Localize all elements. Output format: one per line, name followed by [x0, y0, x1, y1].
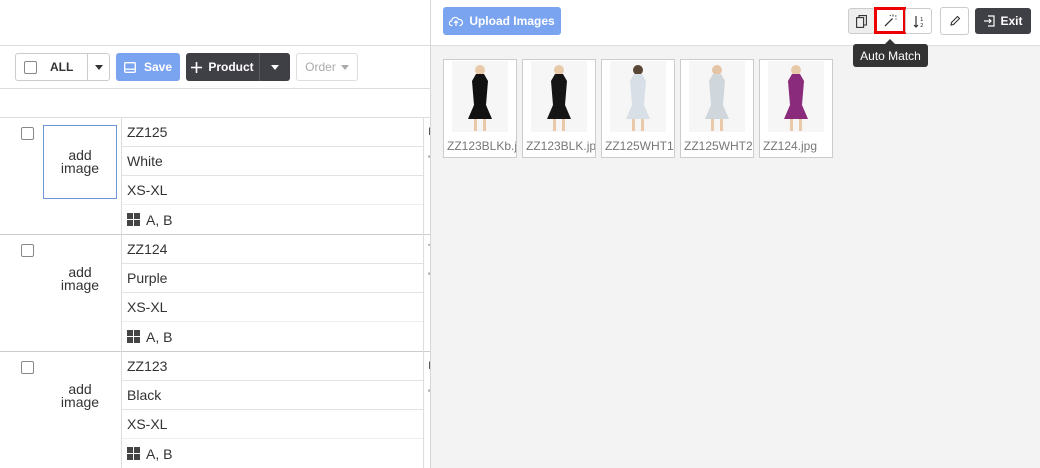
- product-code-field[interactable]: ZZ125: [122, 118, 423, 147]
- stores-value: A, B: [146, 328, 173, 345]
- image-filename: ZZ125WHT2.jpg: [684, 139, 753, 153]
- upload-icon: [449, 16, 464, 27]
- add-image-label: add image: [60, 381, 100, 410]
- chevron-down-icon: [94, 64, 103, 70]
- product-row: add image ZZ124 Purple XS-XL A, B T ': [0, 235, 430, 352]
- product-stores-field[interactable]: A, B: [122, 205, 423, 234]
- exit-button[interactable]: Exit: [975, 8, 1031, 34]
- product-fields: ZZ124 Purple XS-XL A, B: [121, 235, 424, 352]
- product-fields: ZZ125 White XS-XL A, B: [121, 118, 424, 235]
- product-list-pane: ALL Save Product Order add image ZZ125 W…: [0, 0, 430, 468]
- product-row: add image ZZ123 Black XS-XL A, B I ': [0, 352, 430, 468]
- row-checkbox[interactable]: [21, 361, 34, 374]
- save-icon: [124, 61, 136, 73]
- product-size-field[interactable]: XS-XL: [122, 176, 423, 205]
- add-image-label: add image: [60, 264, 100, 293]
- upload-images-button[interactable]: Upload Images: [443, 7, 561, 35]
- chevron-down-icon: [271, 64, 279, 70]
- svg-text:2: 2: [920, 23, 924, 28]
- product-color-field[interactable]: White: [122, 147, 423, 176]
- stores-value: A, B: [146, 211, 173, 228]
- product-button-group: Product: [186, 53, 290, 81]
- image-thumbnail[interactable]: ZZ123BLK.jpg: [522, 59, 596, 158]
- image-thumbnail[interactable]: ZZ124.jpg: [759, 59, 833, 158]
- product-stores-field[interactable]: A, B: [122, 439, 423, 468]
- image-toolbar: Upload Images 1 2 Exit Auto Match: [431, 0, 1040, 67]
- auto-match-button[interactable]: [874, 7, 906, 34]
- product-color-field[interactable]: Purple: [122, 264, 423, 293]
- row-checkbox[interactable]: [21, 244, 34, 257]
- exit-label: Exit: [1000, 14, 1023, 28]
- copy-button[interactable]: [848, 8, 875, 34]
- save-button[interactable]: Save: [116, 53, 180, 81]
- product-photo: [452, 61, 508, 132]
- grid-icon: [127, 447, 140, 460]
- select-all-checkbox-area[interactable]: ALL: [16, 54, 88, 80]
- product-fields: ZZ123 Black XS-XL A, B: [121, 352, 424, 468]
- image-thumbnail[interactable]: ZZ125WHT1.jpg: [601, 59, 675, 158]
- stores-value: A, B: [146, 445, 173, 462]
- add-image-label: add image: [60, 147, 100, 176]
- plus-icon: [191, 61, 203, 73]
- image-filename: ZZ123BLKb.jpg: [447, 139, 517, 153]
- chevron-down-icon: [340, 64, 349, 70]
- magic-wand-icon: [884, 14, 896, 27]
- product-size-field[interactable]: XS-XL: [122, 293, 423, 322]
- image-library-pane: Upload Images 1 2 Exit Auto Match ZZ123B…: [431, 0, 1040, 468]
- image-thumbnails: ZZ123BLKb.jpg ZZ123BLK.jpg ZZ125WHT1.jpg ZZ…: [443, 59, 833, 158]
- add-image-slot[interactable]: add image: [43, 359, 117, 433]
- row-checkbox[interactable]: [21, 127, 34, 140]
- select-all-label: ALL: [50, 60, 74, 74]
- divider: [0, 88, 430, 89]
- edit-button[interactable]: [940, 7, 969, 35]
- product-color-field[interactable]: Black: [122, 381, 423, 410]
- image-filename: ZZ123BLK.jpg: [526, 139, 596, 153]
- image-filename: ZZ125WHT1.jpg: [605, 139, 674, 153]
- product-stores-field[interactable]: A, B: [122, 322, 423, 351]
- product-code-field[interactable]: ZZ123: [122, 352, 423, 381]
- product-code-field[interactable]: ZZ124: [122, 235, 423, 264]
- add-image-slot[interactable]: add image: [43, 242, 117, 316]
- auto-match-tooltip: Auto Match: [853, 39, 928, 67]
- grid-icon: [127, 213, 140, 226]
- product-photo: [531, 61, 587, 132]
- order-label: Order: [305, 60, 336, 74]
- sort-icon: 1 2: [913, 15, 924, 28]
- grid-icon: [127, 330, 140, 343]
- product-row: add image ZZ125 White XS-XL A, B I ': [0, 118, 430, 235]
- product-toolbar: ALL Save Product Order: [15, 53, 358, 81]
- copy-icon: [856, 14, 867, 28]
- add-product-button[interactable]: Product: [186, 53, 260, 81]
- pencil-icon: [949, 15, 960, 26]
- product-size-field[interactable]: XS-XL: [122, 410, 423, 439]
- product-label: Product: [208, 60, 254, 74]
- image-filename: ZZ124.jpg: [763, 139, 818, 153]
- product-photo: [610, 61, 666, 132]
- select-all-checkbox[interactable]: [24, 60, 37, 74]
- save-label: Save: [143, 60, 173, 74]
- select-all-group: ALL: [15, 53, 110, 81]
- exit-icon: [984, 15, 996, 27]
- sort-button[interactable]: 1 2: [905, 8, 932, 34]
- image-thumbnail[interactable]: ZZ123BLKb.jpg: [443, 59, 517, 158]
- product-dropdown[interactable]: [260, 53, 290, 81]
- select-all-dropdown[interactable]: [88, 54, 109, 80]
- product-photo: [689, 61, 745, 132]
- left-header-blank: [0, 0, 430, 46]
- add-image-slot[interactable]: add image: [43, 125, 117, 199]
- image-thumbnail[interactable]: ZZ125WHT2.jpg: [680, 59, 754, 158]
- order-dropdown[interactable]: Order: [296, 53, 358, 81]
- product-photo: [768, 61, 824, 132]
- upload-label: Upload Images: [469, 14, 555, 28]
